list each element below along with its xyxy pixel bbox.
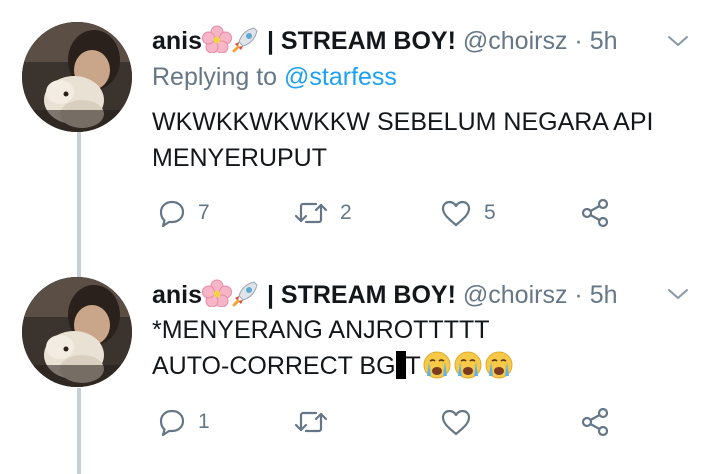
tweet-actions: 1 (152, 407, 672, 437)
tweet-actions: 7 2 5 (152, 198, 672, 228)
author-name-prefix: anis (152, 27, 203, 55)
tweet-header: anis | STREAM BOY! @choirsz · 5h (152, 24, 618, 58)
tweet-text-segment: AUTO-CORRECT BG (152, 352, 396, 380)
like-icon (441, 200, 471, 227)
author-name[interactable]: anis | STREAM BOY! (152, 25, 463, 55)
crying-face-emoji-icon (453, 350, 483, 390)
retweet-icon (294, 202, 328, 224)
share-icon (581, 407, 609, 437)
like-button[interactable] (440, 407, 472, 437)
tweet-text-line: MENYERUPUT (152, 144, 328, 172)
crying-face-emoji-icon (422, 350, 452, 390)
tweet-text: *MENYERANG ANJROTTTTT AUTO-CORRECT BG T (152, 312, 692, 390)
share-icon (581, 198, 609, 228)
avatar-photo-icon (22, 277, 132, 387)
cherry-blossom-emoji-icon (202, 279, 233, 316)
reply-icon (159, 409, 185, 436)
reply-count: 7 (198, 201, 210, 224)
reply-button[interactable]: 1 (158, 407, 210, 437)
reply-count: 1 (198, 410, 210, 433)
author-handle[interactable]: @choirsz (463, 27, 568, 55)
tweet-text: WKWKKWKWKKW SEBELUM NEGARA API MENYERUPU… (152, 104, 692, 176)
avatar[interactable] (22, 22, 132, 132)
author-name-prefix: anis (152, 281, 203, 309)
reply-button[interactable]: 7 (158, 198, 210, 228)
share-button[interactable] (580, 407, 610, 437)
crying-face-emoji-icon (484, 350, 514, 390)
author-handle[interactable]: @choirsz (463, 281, 568, 309)
author-name-suffix: | STREAM BOY! (266, 281, 456, 309)
tweet-text-line: *MENYERANG ANJROTTTTT (152, 316, 490, 344)
rocket-emoji-icon (232, 25, 260, 62)
like-icon (441, 409, 471, 436)
tweet[interactable]: anis | STREAM BOY! @choirsz · 5h Replyin… (0, 0, 720, 260)
like-button[interactable]: 5 (440, 198, 496, 228)
timestamp[interactable]: 5h (590, 281, 618, 309)
replying-to-mention[interactable]: @starfess (284, 63, 397, 91)
retweet-button[interactable]: 2 (294, 198, 352, 228)
tweet-header: anis | STREAM BOY! @choirsz · 5h (152, 278, 618, 312)
replying-to-label: Replying to (152, 63, 285, 91)
tweet-text-line: WKWKKWKWKKW SEBELUM NEGARA API (152, 108, 654, 136)
retweet-count: 2 (340, 201, 352, 224)
like-count: 5 (484, 201, 496, 224)
rocket-emoji-icon (232, 279, 260, 316)
tweet-text-line: AUTO-CORRECT BG T (152, 348, 692, 390)
separator-dot: · (574, 281, 583, 309)
author-name-suffix: | STREAM BOY! (266, 27, 456, 55)
tweet-text-segment: T (405, 352, 421, 380)
replying-to: Replying to @starfess (152, 60, 397, 94)
reply-icon (159, 200, 185, 227)
redaction-bar (395, 351, 406, 379)
author-name[interactable]: anis | STREAM BOY! (152, 279, 463, 309)
retweet-icon (294, 411, 328, 433)
share-button[interactable] (580, 198, 610, 228)
timestamp[interactable]: 5h (590, 27, 618, 55)
chevron-down-icon[interactable] (666, 282, 690, 306)
chevron-down-icon[interactable] (666, 29, 690, 53)
tweet[interactable]: anis | STREAM BOY! @choirsz · 5h *MENYER… (0, 260, 720, 474)
avatar-photo-icon (22, 22, 132, 132)
cherry-blossom-emoji-icon (202, 25, 233, 62)
avatar[interactable] (22, 277, 132, 387)
separator-dot: · (574, 27, 583, 55)
retweet-button[interactable] (294, 407, 328, 437)
